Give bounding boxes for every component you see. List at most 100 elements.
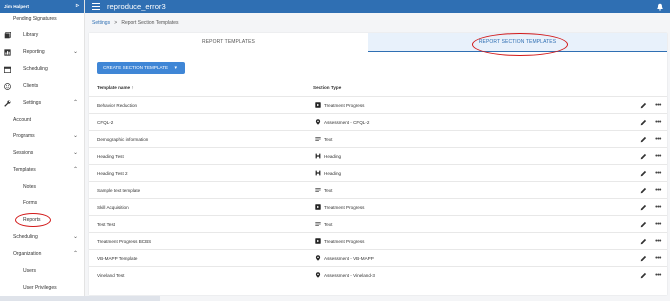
sidebar-item-users[interactable]: Users <box>0 263 84 279</box>
sidebar-item-templates[interactable]: Templates ⌃ <box>0 162 84 178</box>
top-app-bar: reproduce_error3 <box>85 0 670 13</box>
clients-icon <box>4 82 11 90</box>
table-row[interactable]: CFQL-2 Assessment - CFQL-2 ••• <box>89 113 667 130</box>
section-type-label: Text <box>324 137 333 142</box>
sidebar-item-account[interactable]: Account <box>0 112 84 128</box>
section-type-label: Assessment - Vineland-3 <box>324 273 375 278</box>
edit-pencil-icon[interactable] <box>640 255 647 262</box>
table-row[interactable]: Vineland Test Assessment - Vineland-3 ••• <box>89 266 667 283</box>
more-options-icon[interactable]: ••• <box>655 165 661 182</box>
sidebar-item-label: Settings <box>23 100 42 106</box>
sidebar-item-label: Sessions <box>13 150 34 156</box>
bell-icon[interactable] <box>656 3 664 11</box>
sidebar-item-sessions[interactable]: Sessions ⌄ <box>0 145 84 161</box>
sidebar-item-user-privileges[interactable]: User Privileges <box>0 280 84 296</box>
breadcrumb: Settings > Report Section Templates <box>92 20 179 26</box>
more-options-icon[interactable]: ••• <box>655 250 661 267</box>
more-options-icon[interactable]: ••• <box>655 131 661 148</box>
sidebar-item-label: Organization <box>13 251 42 257</box>
template-name-cell: CFQL-2 <box>97 120 114 125</box>
more-options-icon[interactable]: ••• <box>655 267 661 284</box>
table-row[interactable]: Test Test Text ••• <box>89 215 667 232</box>
text-icon <box>315 137 324 142</box>
edit-pencil-icon[interactable] <box>640 238 647 245</box>
sidebar-item-label: Scheduling <box>13 234 38 240</box>
breadcrumb-settings-link[interactable]: Settings <box>92 20 110 26</box>
section-type-label: Text <box>324 222 333 227</box>
treatment-icon <box>315 102 324 108</box>
section-type-label: Text <box>324 188 333 193</box>
wrench-icon <box>4 100 11 107</box>
menu-icon[interactable] <box>92 3 100 10</box>
more-options-icon[interactable]: ••• <box>655 114 661 131</box>
more-options-icon[interactable]: ••• <box>655 216 661 233</box>
section-type-cell: Treatment Progress <box>315 97 364 114</box>
sidebar-item-clients[interactable]: Clients <box>0 78 84 94</box>
treatment-icon <box>315 204 324 210</box>
table-row[interactable]: Treatment Progress BCBS Treatment Progres… <box>89 232 667 249</box>
column-header-template-name[interactable]: Template name ↑ <box>97 85 134 90</box>
library-icon <box>4 31 11 38</box>
section-type-cell: Text <box>315 182 332 199</box>
sidebar-item-label: Clients <box>23 83 39 89</box>
sidebar-item-label: Library <box>23 32 39 38</box>
more-options-icon[interactable]: ••• <box>655 233 661 250</box>
more-options-icon[interactable]: ••• <box>655 97 661 114</box>
status-bar <box>0 296 160 301</box>
edit-pencil-icon[interactable] <box>640 119 647 126</box>
chevron-down-icon: ⌄ <box>72 150 78 156</box>
table-row[interactable]: Demographic information Text ••• <box>89 130 667 147</box>
edit-pencil-icon[interactable] <box>640 272 647 279</box>
sidebar-item-reporting[interactable]: Reporting ⌄ <box>0 44 84 60</box>
section-type-cell: Treatment Progress <box>315 199 364 216</box>
more-options-icon[interactable]: ••• <box>655 199 661 216</box>
edit-pencil-icon[interactable] <box>640 204 647 211</box>
more-options-icon[interactable]: ••• <box>655 148 661 165</box>
template-name-cell: Test Test <box>97 222 116 227</box>
template-name-cell: Vineland Test <box>97 273 125 278</box>
sidebar-item-label: User Privileges <box>23 285 57 291</box>
sidebar-item-organization[interactable]: Organization ⌃ <box>0 246 84 262</box>
calendar-icon <box>4 66 11 73</box>
section-type-label: Treatment Progress <box>324 103 365 108</box>
table-row[interactable]: Heading Test 2 Heading ••• <box>89 164 667 181</box>
edit-pencil-icon[interactable] <box>640 153 647 160</box>
table-row[interactable]: Behavior Reduction Treatment Progress ••• <box>89 96 667 113</box>
sidebar-item-library[interactable]: Library <box>0 27 84 43</box>
table-row[interactable]: VB-MAPP Template Assessment - VB-MAPP ••• <box>89 249 667 266</box>
sidebar-item-programs[interactable]: Programs ⌄ <box>0 128 84 144</box>
sidebar-item-pending-signatures[interactable]: Pending Signatures <box>0 11 84 27</box>
sidebar-item-notes[interactable]: Notes <box>0 179 84 195</box>
tab-bar: REPORT TEMPLATES REPORT SECTION TEMPLATE… <box>89 33 667 52</box>
tab-report-templates[interactable]: REPORT TEMPLATES <box>89 33 368 52</box>
sidebar-item-settings[interactable]: Settings ⌃ <box>0 95 84 111</box>
section-type-cell: Assessment - Vineland-3 <box>315 267 375 284</box>
breadcrumb-current: Report Section Templates <box>121 20 179 26</box>
edit-pencil-icon[interactable] <box>640 102 647 109</box>
template-name-cell: Skill Acquisition <box>97 205 129 210</box>
sidebar-item-reports[interactable]: Reports <box>0 212 84 228</box>
sidebar-item-forms[interactable]: Forms <box>0 195 84 211</box>
section-type-cell: Text <box>315 216 332 233</box>
table-header: Template name ↑ Section Type <box>89 83 667 94</box>
chevron-up-icon: ⌃ <box>72 251 78 257</box>
table-row[interactable]: Skill Acquisition Treatment Progress ••• <box>89 198 667 215</box>
sidebar-item-label: Forms <box>23 200 38 206</box>
more-options-icon[interactable]: ••• <box>655 182 661 199</box>
edit-pencil-icon[interactable] <box>640 221 647 228</box>
create-section-template-button[interactable]: CREATE SECTION TEMPLATE ▾ <box>97 62 185 74</box>
table-row[interactable]: Heading Test Heading ••• <box>89 147 667 164</box>
table-row[interactable]: Sample text template Text ••• <box>89 181 667 198</box>
sidebar-item-label: Templates <box>13 167 36 173</box>
sidebar-item-scheduling[interactable]: Scheduling <box>0 61 84 77</box>
edit-pencil-icon[interactable] <box>640 187 647 194</box>
template-name-cell: Demographic information <box>97 137 149 142</box>
edit-pencil-icon[interactable] <box>640 170 647 177</box>
heading-icon <box>315 153 324 159</box>
column-header-section-type: Section Type <box>313 85 342 90</box>
sidebar-item-label: Programs <box>13 133 35 139</box>
section-type-cell: Text <box>315 131 332 148</box>
edit-pencil-icon[interactable] <box>640 136 647 143</box>
tab-report-section-templates[interactable]: REPORT SECTION TEMPLATES <box>368 33 667 52</box>
sidebar-item-scheduling-settings[interactable]: Scheduling ⌄ <box>0 229 84 245</box>
